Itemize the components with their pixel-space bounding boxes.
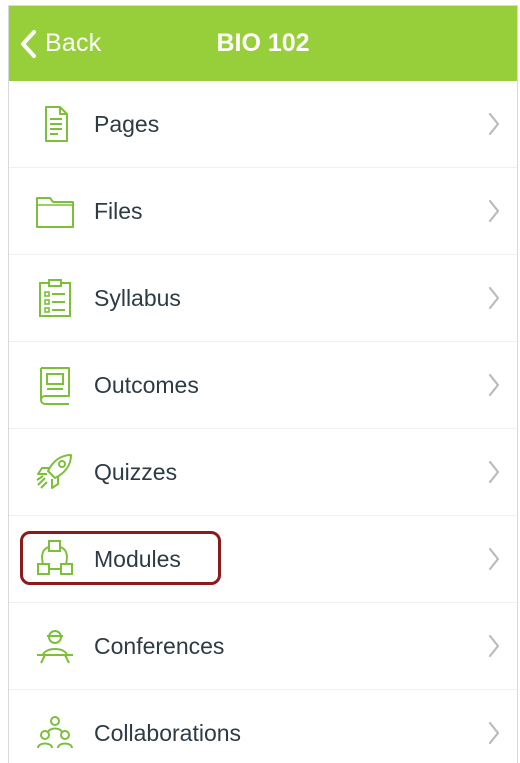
menu-item-label: Conferences bbox=[94, 633, 225, 659]
nav-header: Back BIO 102 bbox=[9, 6, 517, 81]
menu-item-label: Outcomes bbox=[94, 372, 199, 398]
menu-item-quizzes[interactable]: Quizzes bbox=[9, 429, 517, 516]
chevron-right-icon bbox=[487, 459, 501, 485]
chevron-right-icon bbox=[487, 546, 501, 572]
app-screen: Back BIO 102 Pages Files Syllabus Outcom… bbox=[8, 5, 518, 763]
menu-item-label: Syllabus bbox=[94, 285, 181, 311]
chevron-right-icon bbox=[487, 633, 501, 659]
back-button[interactable]: Back bbox=[19, 6, 101, 81]
chevron-right-icon bbox=[487, 198, 501, 224]
menu-item-conferences[interactable]: Conferences bbox=[9, 603, 517, 690]
menu-item-collaborations[interactable]: Collaborations bbox=[9, 690, 517, 763]
menu-item-outcomes[interactable]: Outcomes bbox=[9, 342, 517, 429]
course-menu: Pages Files Syllabus Outcomes Quizzes Mo… bbox=[9, 81, 517, 763]
collaborations-icon bbox=[33, 712, 77, 754]
document-icon bbox=[33, 103, 77, 145]
menu-item-label: Files bbox=[94, 198, 143, 224]
chevron-right-icon bbox=[487, 372, 501, 398]
menu-item-label: Pages bbox=[94, 111, 160, 137]
menu-item-modules[interactable]: Modules bbox=[9, 516, 517, 603]
rocket-icon bbox=[33, 451, 77, 493]
chevron-right-icon bbox=[487, 720, 501, 746]
conference-icon bbox=[33, 625, 77, 667]
menu-item-files[interactable]: Files bbox=[9, 168, 517, 255]
folder-icon bbox=[33, 190, 77, 232]
modules-icon bbox=[33, 538, 77, 580]
book-icon bbox=[33, 364, 77, 406]
clipboard-icon bbox=[33, 277, 77, 319]
menu-item-label: Collaborations bbox=[94, 720, 242, 746]
chevron-right-icon bbox=[487, 111, 501, 137]
chevron-right-icon bbox=[487, 285, 501, 311]
menu-item-label: Modules bbox=[94, 546, 181, 572]
menu-item-pages[interactable]: Pages bbox=[9, 81, 517, 168]
chevron-left-icon bbox=[19, 29, 37, 59]
menu-item-label: Quizzes bbox=[94, 459, 178, 485]
menu-item-syllabus[interactable]: Syllabus bbox=[9, 255, 517, 342]
back-label: Back bbox=[45, 29, 102, 57]
